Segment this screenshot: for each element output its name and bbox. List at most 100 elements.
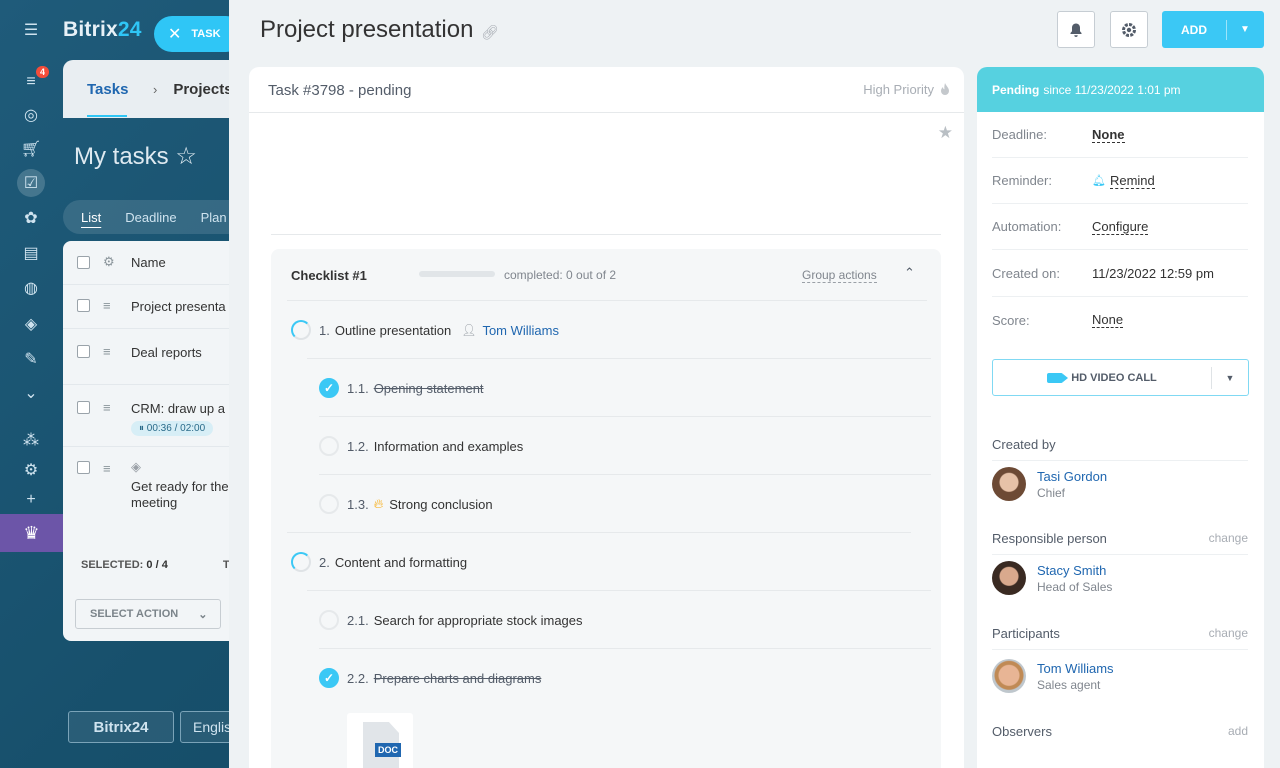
sign-icon[interactable]: ✎	[19, 347, 43, 371]
table-row[interactable]: ≡ Deal reports	[63, 329, 243, 385]
change-participants-link[interactable]: change	[1209, 626, 1248, 649]
tab-projects[interactable]: Projects	[173, 81, 232, 98]
select-all-checkbox[interactable]	[77, 256, 90, 269]
checklist-status-icon[interactable]	[291, 552, 311, 572]
star-icon[interactable]: ★	[938, 123, 953, 143]
add-button[interactable]: ADD ▼	[1162, 11, 1264, 48]
row-title[interactable]: CRM: draw up a	[131, 401, 225, 416]
drag-handle-icon[interactable]: ≡	[103, 461, 117, 476]
change-responsible-link[interactable]: change	[1209, 531, 1248, 554]
row-checkbox[interactable]	[77, 345, 90, 358]
checklist-status-icon[interactable]	[319, 494, 339, 514]
bell-button[interactable]	[1057, 11, 1095, 48]
chevron-down-icon[interactable]: ▼	[1212, 373, 1248, 383]
chevron-up-icon[interactable]: ⌃	[904, 265, 915, 281]
settings-button[interactable]	[1110, 11, 1148, 48]
checklist-item[interactable]: ✓ 1.1. Opening statement	[319, 359, 931, 417]
row-title[interactable]: Deal reports	[131, 345, 202, 360]
doc-attachment[interactable]: DOC	[347, 713, 413, 768]
score-value[interactable]: None	[1092, 312, 1124, 328]
crm-icon[interactable]: ✿	[19, 206, 43, 230]
checklist-item[interactable]: 1.3. 🔥︎ Strong conclusion	[287, 475, 931, 533]
checklist-item[interactable]: 2.1. Search for appropriate stock images	[319, 591, 931, 649]
checklist-status-icon[interactable]	[319, 610, 339, 630]
item-text: Information and examples	[373, 438, 524, 454]
structure-icon[interactable]: ⁂	[19, 428, 43, 452]
tasks-icon[interactable]: ☑	[17, 169, 45, 197]
cart-icon[interactable]: 🛒︎	[19, 137, 43, 161]
status-label: Pending	[992, 82, 1040, 97]
view-list[interactable]: List	[81, 210, 101, 225]
creator-name[interactable]: Tasi Gordon	[1037, 469, 1107, 484]
footer-logo[interactable]: Bitrix24	[68, 711, 174, 743]
reminder-row: Reminder: 🔔︎ Remind	[992, 158, 1248, 204]
participant-name[interactable]: Tom Williams	[1037, 661, 1114, 676]
gear-icon[interactable]: ⚙	[103, 254, 117, 270]
checklist-item[interactable]: 1.2. Information and examples	[319, 417, 931, 475]
creator: Tasi Gordon Chief	[992, 464, 1107, 504]
contacts-icon[interactable]: ▤	[19, 241, 43, 265]
target-icon[interactable]: ◎	[19, 103, 43, 127]
item-number: 1.2.	[347, 438, 369, 454]
table-row[interactable]: ≡ ◈ Get ready for the meeting	[63, 447, 243, 543]
view-deadline[interactable]: Deadline	[125, 210, 176, 225]
checklist-progress-bar	[419, 271, 495, 277]
row-title[interactable]: Get ready for the meeting	[131, 479, 241, 511]
link-icon[interactable]: 🔗︎	[481, 24, 499, 41]
avatar[interactable]	[992, 467, 1026, 501]
divider	[271, 234, 941, 235]
drag-handle-icon[interactable]: ≡	[103, 400, 117, 415]
settings-icon[interactable]: ⚙	[19, 458, 43, 482]
checklist-item[interactable]: ✓ 2.2. Prepare charts and diagrams	[319, 649, 931, 707]
checkmark-icon[interactable]: ✓	[319, 378, 339, 398]
checklist-status-icon[interactable]	[319, 436, 339, 456]
table-row[interactable]: ≡ Project presenta	[63, 285, 243, 329]
responsible-name[interactable]: Stacy Smith	[1037, 563, 1112, 578]
checklist-item[interactable]: 1. Outline presentation 👤︎ Tom Williams	[291, 301, 931, 359]
created-by-label: Created by	[992, 437, 1056, 452]
left-menu: ☰ ≡ 4 ◎ 🛒︎ ☑ ✿ ▤ ◍ ◈ ✎ ⌄ ⁂ ⚙ + ♛	[0, 0, 63, 768]
created-on-row: Created on: 11/23/2022 12:59 pm	[992, 251, 1248, 297]
task-sidebar: Pending since 11/23/2022 1:01 pm Deadlin…	[977, 67, 1264, 768]
checklist-item[interactable]: 2. Content and formatting	[291, 533, 931, 591]
status-since: since 11/23/2022 1:01 pm	[1043, 82, 1181, 97]
created-on-value: 11/23/2022 12:59 pm	[1092, 266, 1214, 281]
drag-handle-icon[interactable]: ≡	[103, 344, 117, 359]
more-icon[interactable]: ⌄	[19, 381, 43, 405]
drag-handle-icon[interactable]: ≡	[103, 298, 117, 313]
row-checkbox[interactable]	[77, 401, 90, 414]
avatar[interactable]	[992, 659, 1026, 693]
tab-tasks[interactable]: Tasks	[63, 81, 153, 117]
chevron-down-icon[interactable]: ▼	[1227, 24, 1263, 35]
box-icon[interactable]: ◈	[19, 312, 43, 336]
checklist-title[interactable]: Checklist #1	[291, 268, 367, 283]
row-checkbox[interactable]	[77, 461, 90, 474]
row-checkbox[interactable]	[77, 299, 90, 312]
add-observer-link[interactable]: add	[1228, 724, 1248, 748]
item-text: Search for appropriate stock images	[373, 612, 583, 628]
deadline-value[interactable]: None	[1092, 127, 1125, 143]
robot-icon[interactable]: ◍	[19, 276, 43, 300]
table-row[interactable]: ≡ CRM: draw up a ⏸ 00:36 / 02:00	[63, 385, 243, 447]
priority-toggle[interactable]: High Priority	[863, 82, 950, 97]
checkmark-icon[interactable]: ✓	[319, 668, 339, 688]
created-on-label: Created on:	[992, 266, 1060, 281]
star-icon[interactable]: ☆	[175, 143, 197, 170]
remind-link[interactable]: Remind	[1109, 173, 1155, 189]
item-text: Opening statement	[373, 380, 484, 396]
crown-icon[interactable]: ♛	[0, 514, 63, 552]
configure-link[interactable]: Configure	[1092, 219, 1149, 235]
video-call-button[interactable]: HD VIDEO CALL ▼	[992, 359, 1249, 396]
row-title[interactable]: Project presenta	[131, 299, 226, 314]
video-call-main[interactable]: HD VIDEO CALL	[993, 372, 1211, 384]
avatar[interactable]	[992, 561, 1026, 595]
timer-badge[interactable]: ⏸ 00:36 / 02:00	[131, 421, 214, 436]
view-plan[interactable]: Plan	[201, 210, 227, 225]
select-action-dropdown[interactable]: SELECT ACTION ⌄	[75, 599, 221, 629]
assignee-link[interactable]: Tom Williams	[482, 323, 559, 338]
hamburger-icon[interactable]: ☰	[19, 18, 43, 42]
group-actions-link[interactable]: Group actions	[802, 268, 877, 283]
plus-icon[interactable]: +	[19, 488, 43, 512]
checklist-status-icon[interactable]	[291, 320, 311, 340]
participants-header: Participants change	[992, 626, 1248, 650]
